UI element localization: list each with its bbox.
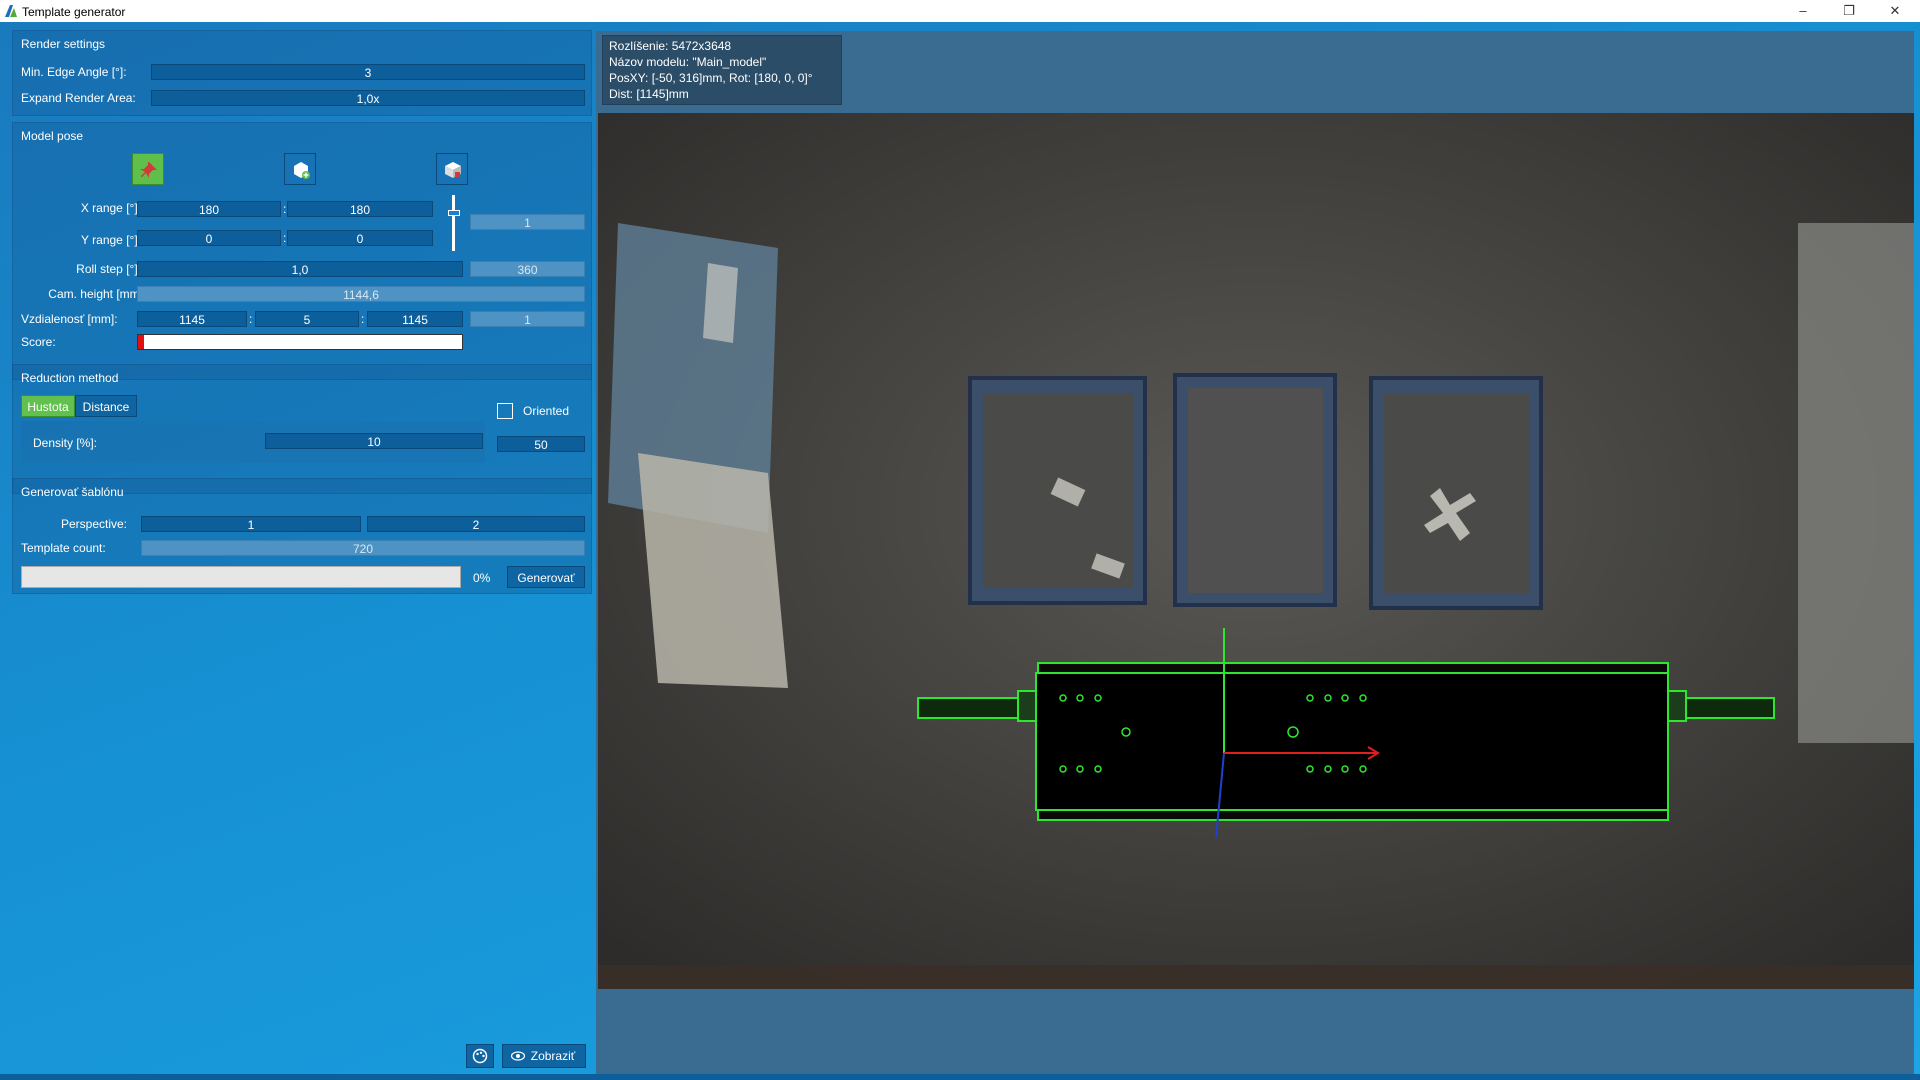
perspective-label: Perspective: bbox=[60, 517, 127, 531]
template-count-field: 720 bbox=[141, 540, 585, 556]
minimize-button[interactable]: – bbox=[1780, 0, 1826, 22]
perspective-1-field[interactable]: 1 bbox=[141, 516, 361, 532]
tab-hustota[interactable]: Hustota bbox=[21, 395, 75, 417]
pin-icon bbox=[140, 162, 157, 178]
add-view-icon bbox=[294, 162, 310, 179]
app-logo-icon bbox=[5, 5, 17, 17]
restore-button[interactable]: ❐ bbox=[1826, 0, 1872, 22]
y-range-min-field[interactable]: 0 bbox=[137, 230, 281, 246]
cam-height-label: Cam. height [mm] bbox=[48, 287, 143, 301]
roll-count-field: 360 bbox=[470, 261, 585, 277]
cam-height-field: 1144,6 bbox=[137, 286, 585, 302]
palette-icon bbox=[472, 1048, 488, 1064]
reduction-method-group: Reduction method Hustota Distance Orient… bbox=[12, 364, 592, 494]
render-settings-group: Render settings Min. Edge Angle [°]: 3 E… bbox=[12, 30, 592, 116]
slider-thumb[interactable] bbox=[448, 210, 460, 216]
settings-panel: Render settings Min. Edge Angle [°]: 3 E… bbox=[0, 22, 596, 1080]
eye-icon bbox=[511, 1051, 525, 1061]
density-label: Density [%]: bbox=[33, 436, 98, 450]
range-slider[interactable] bbox=[448, 195, 460, 251]
min-edge-angle-label: Min. Edge Angle [°]: bbox=[21, 65, 127, 79]
score-bar-fill bbox=[138, 335, 145, 349]
shelf-structure bbox=[1798, 223, 1914, 743]
density-panel: Density [%]: 10 bbox=[21, 421, 485, 463]
y-range-separator: : bbox=[283, 231, 287, 245]
density-side-field[interactable]: 50 bbox=[497, 436, 585, 452]
x-range-label: X range [°]: bbox=[80, 201, 141, 215]
oriented-checkbox[interactable] bbox=[497, 403, 513, 419]
density-field[interactable]: 10 bbox=[265, 433, 483, 449]
expand-area-field[interactable]: 1,0x bbox=[151, 90, 585, 106]
distance-min-field[interactable]: 1145 bbox=[137, 311, 247, 327]
model-pose-heading: Model pose bbox=[21, 129, 84, 143]
close-button[interactable]: ✕ bbox=[1872, 0, 1918, 22]
x-range-min-field[interactable]: 180 bbox=[137, 201, 281, 217]
bottom-strip bbox=[0, 1074, 1920, 1080]
distance-max-field[interactable]: 1145 bbox=[367, 311, 463, 327]
progress-percent: 0% bbox=[473, 571, 491, 585]
camera-viewport[interactable] bbox=[598, 113, 1914, 989]
distance-count-field: 1 bbox=[470, 311, 585, 327]
bins-area bbox=[968, 373, 1543, 610]
distance-text: Dist: [1145]mm bbox=[609, 87, 689, 101]
camera-scene bbox=[598, 113, 1914, 989]
model-pose-group: Model pose X range [°]: 180 : 180 Y rang… bbox=[12, 122, 592, 380]
x-range-max-field[interactable]: 180 bbox=[287, 201, 433, 217]
generate-button[interactable]: Generovať bbox=[507, 566, 585, 588]
tab-distance[interactable]: Distance bbox=[75, 395, 137, 417]
resolution-text: Rozlíšenie: 5472x3648 bbox=[609, 39, 732, 53]
info-overlay: Rozlíšenie: 5472x3648 Názov modelu: "Mai… bbox=[602, 35, 842, 105]
generate-template-group: Generovať šablónu Perspective: 1 2 Templ… bbox=[12, 478, 592, 594]
title-bar: Template generator – ❐ ✕ bbox=[0, 0, 1920, 22]
show-button-label: Zobraziť bbox=[530, 1049, 576, 1063]
window-title: Template generator bbox=[22, 5, 126, 19]
slider-track bbox=[452, 195, 455, 251]
show-button[interactable]: Zobraziť bbox=[502, 1044, 586, 1068]
template-count-label: Template count: bbox=[21, 541, 106, 555]
expand-area-label: Expand Render Area: bbox=[21, 91, 136, 105]
roll-step-field[interactable]: 1,0 bbox=[137, 261, 463, 277]
y-range-max-field[interactable]: 0 bbox=[287, 230, 433, 246]
render-settings-heading: Render settings bbox=[21, 37, 106, 51]
cube-view-icon bbox=[445, 162, 461, 178]
score-bar bbox=[137, 334, 463, 350]
add-view-button[interactable] bbox=[284, 153, 316, 185]
min-edge-angle-field[interactable]: 3 bbox=[151, 64, 585, 80]
oriented-label: Oriented bbox=[523, 404, 570, 418]
generate-progress-bar bbox=[21, 566, 461, 588]
distance-label: Vzdialenosť [mm]: bbox=[21, 312, 118, 326]
x-range-separator: : bbox=[283, 202, 287, 216]
distance-step-field[interactable]: 5 bbox=[255, 311, 359, 327]
score-label: Score: bbox=[21, 335, 56, 349]
range-count-field: 1 bbox=[470, 214, 585, 230]
y-range-label: Y range [°]: bbox=[81, 233, 141, 247]
palette-button[interactable] bbox=[466, 1044, 494, 1068]
roll-step-label: Roll step [°]: bbox=[76, 262, 141, 276]
model-name-text: Názov modelu: "Main_model" bbox=[609, 55, 767, 69]
distance-separator-2: : bbox=[361, 312, 365, 326]
pin-pose-button[interactable] bbox=[132, 153, 164, 185]
cube-view-button[interactable] bbox=[436, 153, 468, 185]
distance-separator-1: : bbox=[249, 312, 253, 326]
generate-heading: Generovať šablónu bbox=[21, 485, 124, 499]
pose-text: PosXY: [-50, 316]mm, Rot: [180, 0, 0]° bbox=[609, 71, 813, 85]
reduction-method-heading: Reduction method bbox=[21, 371, 119, 385]
perspective-2-field[interactable]: 2 bbox=[367, 516, 585, 532]
